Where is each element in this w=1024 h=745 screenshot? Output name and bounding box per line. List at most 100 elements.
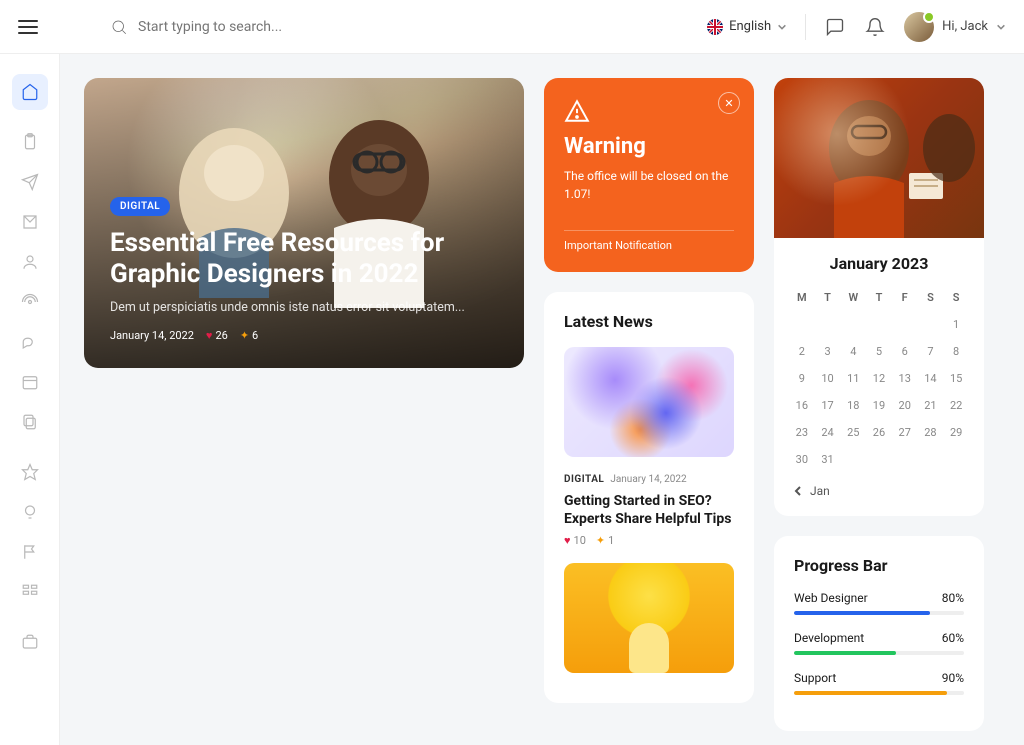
divider <box>805 14 806 40</box>
sidebar-user[interactable] <box>12 244 48 280</box>
warning-card: ✕ Warning The office will be closed on t… <box>544 78 754 272</box>
calendar-day[interactable]: 28 <box>921 422 941 443</box>
calendar-day[interactable]: 30 <box>792 449 812 470</box>
calendar-day[interactable]: 29 <box>946 422 966 443</box>
calendar-prev[interactable]: Jan <box>792 484 966 498</box>
calendar-day[interactable]: 12 <box>869 368 889 389</box>
news-engagement: ♥10 ✦1 <box>564 534 734 547</box>
calendar-day[interactable]: 2 <box>792 341 812 362</box>
mid-column: ✕ Warning The office will be closed on t… <box>544 78 754 731</box>
bell-icon[interactable] <box>864 16 886 38</box>
user-greeting: Hi, Jack <box>942 19 988 34</box>
calendar-day[interactable]: 10 <box>818 368 838 389</box>
calendar-grid: MTWTFSS123456789101112131415161718192021… <box>792 287 966 470</box>
sidebar-briefcase[interactable] <box>12 624 48 660</box>
article-excerpt: Dem ut perspiciatis unde omnis iste natu… <box>110 300 498 315</box>
avatar <box>904 12 934 42</box>
progress-label: Development <box>794 631 864 645</box>
sidebar-broadcast[interactable] <box>12 284 48 320</box>
calendar-day[interactable]: 21 <box>921 395 941 416</box>
article-tag: DIGITAL <box>110 197 170 216</box>
calendar-card: January 2023 MTWTFSS12345678910111213141… <box>774 78 984 516</box>
progress-pct: 80% <box>942 591 964 605</box>
language-label: English <box>729 19 771 34</box>
heart-icon: ♥ <box>564 534 571 547</box>
news-category: DIGITAL <box>564 474 604 485</box>
close-icon[interactable]: ✕ <box>718 92 740 114</box>
calendar-day[interactable]: 16 <box>792 395 812 416</box>
calendar-day[interactable]: 20 <box>895 395 915 416</box>
news-date: January 14, 2022 <box>610 474 686 485</box>
sidebar-send[interactable] <box>12 164 48 200</box>
calendar-day[interactable]: 27 <box>895 422 915 443</box>
calendar-day[interactable]: 14 <box>921 368 941 389</box>
calendar-day[interactable]: 6 <box>895 341 915 362</box>
calendar-day[interactable]: 11 <box>843 368 863 389</box>
calendar-day[interactable]: 8 <box>946 341 966 362</box>
progress-pct: 90% <box>942 671 964 685</box>
heart-icon: ♥ <box>206 329 213 342</box>
sidebar-calendar[interactable] <box>12 364 48 400</box>
calendar-day[interactable]: 25 <box>843 422 863 443</box>
comment-icon: ✦ <box>596 534 605 547</box>
sidebar-copy[interactable] <box>12 404 48 440</box>
comment-icon: ✦ <box>240 329 249 342</box>
calendar-day[interactable]: 18 <box>843 395 863 416</box>
calendar-day[interactable]: 9 <box>792 368 812 389</box>
chat-icon[interactable] <box>824 16 846 38</box>
search-input[interactable] <box>138 19 398 35</box>
calendar-day[interactable]: 7 <box>921 341 941 362</box>
progress-card: Progress Bar Web Designer80%Development6… <box>774 536 984 731</box>
progress-track <box>794 651 964 655</box>
article-date: January 14, 2022 <box>110 329 194 342</box>
calendar-day[interactable]: 4 <box>843 341 863 362</box>
progress-item: Support90% <box>794 671 964 695</box>
calendar-day[interactable]: 24 <box>818 422 838 443</box>
calendar-title: January 2023 <box>792 254 966 273</box>
flag-icon <box>707 19 723 35</box>
sidebar-mail[interactable] <box>12 204 48 240</box>
news-thumbnail[interactable] <box>564 347 734 457</box>
progress-item: Development60% <box>794 631 964 655</box>
calendar-day[interactable]: 23 <box>792 422 812 443</box>
right-column: January 2023 MTWTFSS12345678910111213141… <box>774 78 984 731</box>
sidebar-flag[interactable] <box>12 534 48 570</box>
topbar: English Hi, Jack <box>0 0 1024 54</box>
calendar-day[interactable]: 22 <box>946 395 966 416</box>
language-selector[interactable]: English <box>707 19 787 35</box>
calendar-day[interactable]: 3 <box>818 341 838 362</box>
hamburger-menu-icon[interactable] <box>18 20 38 34</box>
progress-label: Web Designer <box>794 591 868 605</box>
sidebar-chat[interactable] <box>12 324 48 360</box>
calendar-day[interactable]: 17 <box>818 395 838 416</box>
sidebar-lightbulb[interactable] <box>12 494 48 530</box>
calendar-day[interactable]: 19 <box>869 395 889 416</box>
progress-track <box>794 611 964 615</box>
search <box>110 18 691 36</box>
top-right: English Hi, Jack <box>707 12 1006 42</box>
news-title: Latest News <box>564 312 734 331</box>
featured-article[interactable]: DIGITAL Essential Free Resources forGrap… <box>84 78 524 368</box>
calendar-day[interactable]: 31 <box>818 449 838 470</box>
calendar-day[interactable]: 5 <box>869 341 889 362</box>
warning-footer: Important Notification <box>564 230 734 252</box>
warning-message: The office will be closed on the 1.07! <box>564 167 734 222</box>
sidebar-home[interactable] <box>12 74 48 110</box>
progress-track <box>794 691 964 695</box>
news-thumbnail[interactable] <box>564 563 734 673</box>
sidebar-apps[interactable] <box>12 574 48 610</box>
calendar-day[interactable]: 13 <box>895 368 915 389</box>
main-content: DIGITAL Essential Free Resources forGrap… <box>60 54 1024 745</box>
progress-item: Web Designer 80% <box>794 591 964 615</box>
calendar-day[interactable]: 26 <box>869 422 889 443</box>
calendar-day[interactable]: 1 <box>946 314 966 335</box>
sidebar-star[interactable] <box>12 454 48 490</box>
sidebar <box>0 54 60 745</box>
calendar-illustration <box>774 78 984 238</box>
calendar-day[interactable]: 15 <box>946 368 966 389</box>
news-headline[interactable]: Getting Started in SEO? Experts Share He… <box>564 492 734 528</box>
user-menu[interactable]: Hi, Jack <box>904 12 1006 42</box>
sidebar-clipboard[interactable] <box>12 124 48 160</box>
chevron-down-icon <box>777 22 787 32</box>
article-title: Essential Free Resources forGraphic Desi… <box>110 228 498 290</box>
